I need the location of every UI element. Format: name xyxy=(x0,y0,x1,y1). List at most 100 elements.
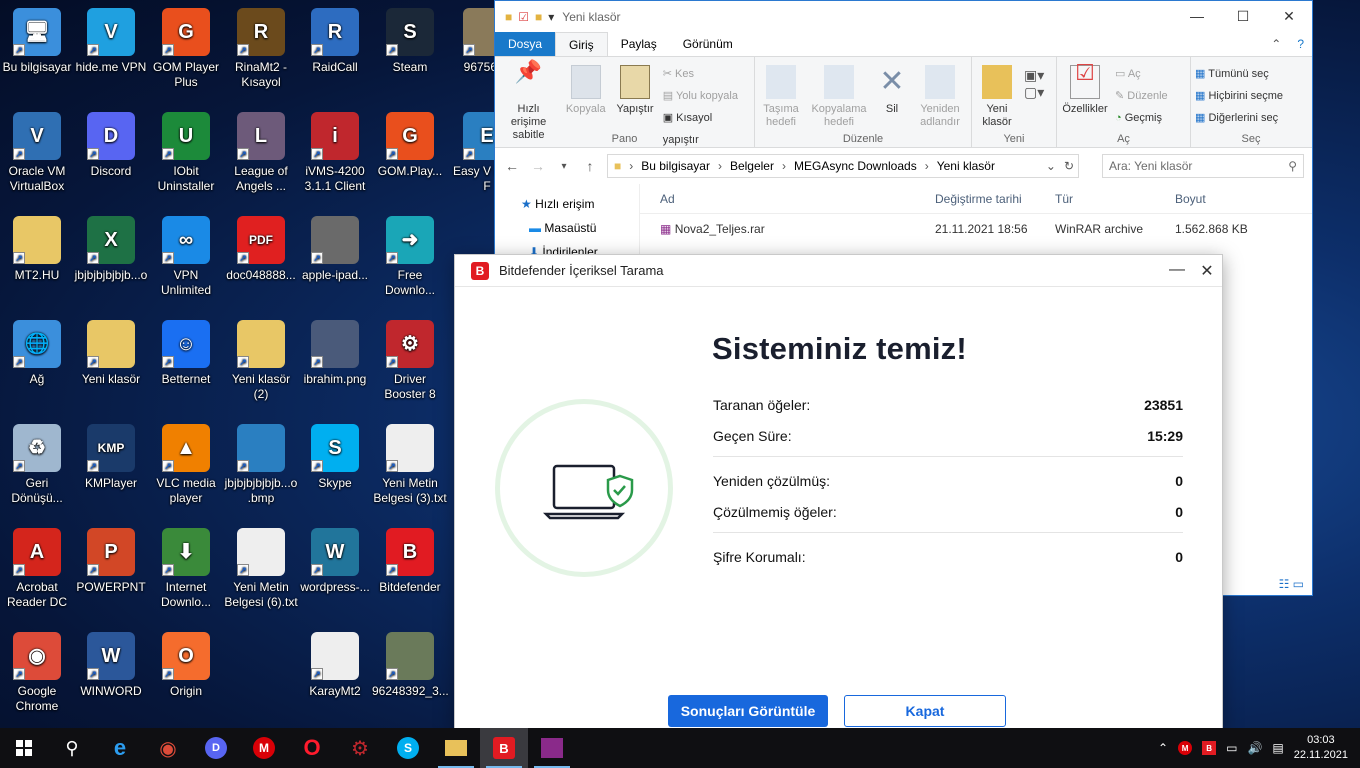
desktop-icon[interactable]: S ↗ Steam xyxy=(372,8,448,75)
file-explorer-icon[interactable] xyxy=(432,728,480,768)
desktop-icon[interactable]: S ↗ Skype xyxy=(297,424,373,491)
bitdefender-taskbar-icon[interactable]: B xyxy=(480,728,528,768)
desktop-icon[interactable]: ∞ ↗ VPN Unlimited xyxy=(148,216,224,298)
back-arrow-icon[interactable]: ← xyxy=(503,158,521,174)
chevron-down-icon[interactable]: ▾ xyxy=(548,10,554,24)
edge-icon[interactable]: e xyxy=(96,728,144,768)
start-button[interactable] xyxy=(0,728,48,768)
tab-share[interactable]: Paylaş xyxy=(608,32,670,56)
up-arrow-icon[interactable]: ↑ xyxy=(581,158,599,174)
mega-icon[interactable]: M xyxy=(240,728,288,768)
breadcrumb-current-folder[interactable]: Yeni klasör xyxy=(937,159,995,173)
desktop-icon[interactable]: G ↗ GOM Player Plus xyxy=(148,8,224,90)
desktop-icon[interactable]: ⚙ ↗ Driver Booster 8 xyxy=(372,320,448,402)
folder-icon[interactable]: ■ xyxy=(505,10,512,24)
desktop-icon[interactable]: W ↗ wordpress-... xyxy=(297,528,373,595)
view-toggle-icons[interactable]: ☷ ▭ xyxy=(1279,577,1304,591)
desktop-icon[interactable]: X ↗ jbjbjbjbjbjb...o xyxy=(73,216,149,283)
tab-view[interactable]: Görünüm xyxy=(670,32,746,56)
search-icon[interactable]: ⚲ xyxy=(48,728,96,768)
desktop-icon[interactable]: ↗ 96248392_3... xyxy=(372,632,449,699)
select-none-button[interactable]: ▦ Hiçbirini seçme xyxy=(1195,85,1283,107)
table-row[interactable]: ▦ Nova2_Teljes.rar 21.11.2021 18:56 WinR… xyxy=(640,214,1312,244)
refresh-icon[interactable]: ↻ xyxy=(1064,159,1078,173)
desktop-icon[interactable]: V ↗ hide.me VPN xyxy=(73,8,149,75)
desktop-icon[interactable]: D ↗ Discord xyxy=(73,112,149,179)
desktop-icon[interactable]: i ↗ iVMS-4200 3.1.1 Client xyxy=(297,112,373,194)
open-button[interactable]: ▭ Aç xyxy=(1115,63,1168,85)
desktop-icon[interactable]: 🖥 ↗ Bu bilgisayar xyxy=(0,8,75,75)
desktop-icon[interactable]: ➜ ↗ Free Downlo... xyxy=(372,216,448,298)
bitdefender-tray-icon[interactable]: B xyxy=(1202,741,1217,755)
close-button[interactable]: ✕ xyxy=(1192,261,1222,281)
maximize-button[interactable]: ☐ xyxy=(1220,8,1266,25)
nav-item-desktop[interactable]: ▬ Masaüstü xyxy=(495,216,639,240)
discord-icon[interactable]: D xyxy=(192,728,240,768)
desktop-icon[interactable]: ↗ Yeni Metin Belgesi (6).txt xyxy=(223,528,299,610)
new-folder-icon[interactable]: ■ xyxy=(535,10,542,24)
desktop-icon[interactable]: 🌐 ↗ Ağ xyxy=(0,320,75,387)
tab-file[interactable]: Dosya xyxy=(495,32,556,56)
edit-button[interactable]: ✎ Düzenle xyxy=(1115,85,1168,107)
desktop-icon[interactable]: V ↗ Oracle VM VirtualBox xyxy=(0,112,75,194)
desktop-icon[interactable]: ↗ Yeni klasör (2) xyxy=(223,320,299,402)
desktop-icon[interactable]: ↗ ibrahim.png xyxy=(297,320,373,387)
desktop-icon[interactable]: ▲ ↗ VLC media player xyxy=(148,424,224,506)
desktop-icon[interactable]: R ↗ RinaMt2 - Kısayol xyxy=(223,8,299,90)
notification-icon[interactable]: ▤ xyxy=(1272,741,1283,755)
recent-locations-icon[interactable]: ▾ xyxy=(555,161,573,172)
copy-path-button[interactable]: ▤ Yolu kopyala xyxy=(663,85,750,107)
close-dialog-button[interactable]: Kapat xyxy=(844,695,1006,727)
desktop-icon[interactable]: ◉ ↗ Google Chrome xyxy=(0,632,75,714)
search-input[interactable]: Ara: Yeni klasör ⚲ xyxy=(1102,154,1304,178)
chevron-up-icon[interactable]: ⌃ xyxy=(1158,741,1168,755)
volume-icon[interactable]: 🔊 xyxy=(1247,741,1262,755)
select-all-button[interactable]: ▦ Tümünü seç xyxy=(1195,63,1283,85)
desktop-icon[interactable]: ↗ Yeni klasör xyxy=(73,320,149,387)
desktop-icon[interactable]: ↗ apple-ipad... xyxy=(297,216,373,283)
nav-item-quick-access[interactable]: ★ Hızlı erişim xyxy=(495,192,639,216)
column-date[interactable]: Değiştirme tarihi xyxy=(915,192,1035,206)
help-icon[interactable]: ? xyxy=(1289,32,1312,56)
history-button[interactable]: ◔ Geçmiş xyxy=(1115,107,1168,129)
mega-tray-icon[interactable]: M xyxy=(1178,741,1193,755)
desktop-icon[interactable]: ☺ ↗ Betternet xyxy=(148,320,224,387)
breadcrumb-documents[interactable]: Belgeler xyxy=(730,159,774,173)
chevron-down-icon[interactable]: ⌄ xyxy=(1046,159,1056,173)
forward-arrow-icon[interactable]: → xyxy=(529,158,547,174)
desktop-icon[interactable]: R ↗ RaidCall xyxy=(297,8,373,75)
desktop-icon[interactable]: ⬇ ↗ Internet Downlo... xyxy=(148,528,224,610)
minimize-button[interactable]: — xyxy=(1174,8,1220,25)
desktop-icon[interactable]: A ↗ Acrobat Reader DC xyxy=(0,528,75,610)
desktop-icon[interactable]: ↗ Yeni Metin Belgesi (3).txt xyxy=(372,424,448,506)
desktop-icon[interactable]: ↗ jbjbjbjbjbjb...o .bmp xyxy=(223,424,299,506)
desktop-icon[interactable]: ♻ ↗ Geri Dönüşü... xyxy=(0,424,75,506)
properties-icon[interactable]: ☑ xyxy=(518,10,529,24)
desktop-icon[interactable]: L ↗ League of Angels ... xyxy=(223,112,299,194)
driver-booster-icon[interactable]: ⚙ xyxy=(336,728,384,768)
desktop-icon[interactable]: PDF ↗ doc048888... xyxy=(223,216,299,283)
view-results-button[interactable]: Sonuçları Görüntüle xyxy=(668,695,828,727)
desktop-icon[interactable]: ↗ KarayMt2 xyxy=(297,632,373,699)
clock[interactable]: 03:03 22.11.2021 xyxy=(1294,733,1348,763)
winrar-icon[interactable] xyxy=(528,728,576,768)
collapse-ribbon-icon[interactable]: ⌃ xyxy=(1263,32,1289,56)
desktop-icon[interactable]: O ↗ Origin xyxy=(148,632,224,699)
network-icon[interactable]: ▭ xyxy=(1226,741,1237,755)
opera-icon[interactable]: O xyxy=(288,728,336,768)
desktop-icon[interactable]: B ↗ Bitdefender xyxy=(372,528,448,595)
desktop-icon[interactable]: W ↗ WINWORD xyxy=(73,632,149,699)
minimize-button[interactable]: — xyxy=(1162,261,1192,281)
breadcrumb-megasync[interactable]: MEGAsync Downloads xyxy=(794,159,917,173)
desktop-icon[interactable]: U ↗ IObit Uninstaller xyxy=(148,112,224,194)
column-type[interactable]: Tür xyxy=(1035,192,1155,206)
breadcrumb-this-pc[interactable]: Bu bilgisayar xyxy=(641,159,710,173)
column-size[interactable]: Boyut xyxy=(1155,192,1255,206)
close-button[interactable]: ✕ xyxy=(1266,8,1312,25)
desktop-icon[interactable]: ↗ MT2.HU xyxy=(0,216,75,283)
chrome-icon[interactable]: ◉ xyxy=(144,728,192,768)
cut-button[interactable]: ✂ Kes xyxy=(663,63,750,85)
tab-home[interactable]: Giriş xyxy=(555,32,608,56)
address-bar[interactable]: ■ › Bu bilgisayar › Belgeler › MEGAsync … xyxy=(607,154,1079,178)
column-name[interactable]: Ad xyxy=(640,192,915,206)
